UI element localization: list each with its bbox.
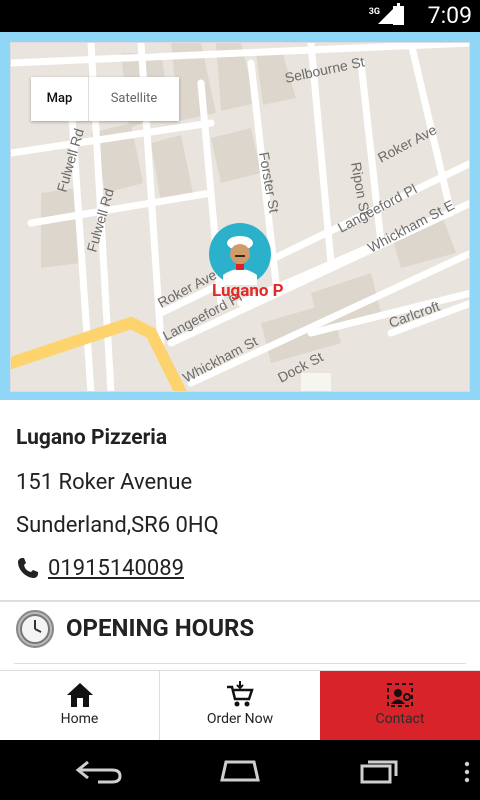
map-type-toggle[interactable]: Map Satellite bbox=[31, 77, 179, 121]
back-icon[interactable] bbox=[74, 756, 126, 784]
tab-contact[interactable]: Contact bbox=[320, 671, 480, 741]
marker-label: Lugano P bbox=[212, 281, 284, 301]
address-line1: 151 Roker Avenue bbox=[16, 470, 193, 495]
map-frame: Selbourne St Ripon St Roker Ave Fulwell … bbox=[0, 32, 480, 400]
map-button[interactable]: Map bbox=[31, 77, 89, 121]
opening-hours-header[interactable]: OPENING HOURS bbox=[0, 600, 480, 670]
tab-label: Order Now bbox=[206, 711, 274, 727]
contact-icon bbox=[387, 683, 413, 707]
bottom-tab-bar: Home Order Now Contact bbox=[0, 670, 480, 741]
opening-hours-title: OPENING HOURS bbox=[66, 614, 255, 642]
chef-icon bbox=[223, 236, 257, 285]
restaurant-name: Lugano Pizzeria bbox=[16, 426, 168, 450]
system-nav-bar bbox=[0, 740, 480, 800]
map-view[interactable]: Selbourne St Ripon St Roker Ave Fulwell … bbox=[10, 42, 470, 392]
tab-label: Home bbox=[60, 711, 99, 727]
clock: 7:09 bbox=[427, 2, 472, 29]
recents-icon[interactable] bbox=[354, 756, 406, 784]
status-bar: 3G 7:09 bbox=[0, 0, 480, 32]
divider bbox=[14, 663, 466, 664]
signal-icon bbox=[378, 8, 394, 24]
overflow-menu-icon[interactable] bbox=[464, 760, 470, 784]
cart-icon bbox=[227, 681, 254, 707]
tab-order-now[interactable]: Order Now bbox=[160, 671, 320, 741]
home-icon bbox=[66, 683, 93, 707]
restaurant-info: Lugano Pizzeria 151 Roker Avenue Sunderl… bbox=[0, 400, 480, 600]
address-line2: Sunderland,SR6 0HQ bbox=[16, 513, 219, 538]
tab-label: Contact bbox=[375, 711, 425, 727]
phone-icon bbox=[18, 558, 38, 578]
satellite-button[interactable]: Satellite bbox=[89, 77, 179, 121]
restaurant-marker-icon[interactable] bbox=[209, 223, 271, 285]
home-nav-icon[interactable] bbox=[214, 756, 266, 784]
battery-icon bbox=[393, 3, 404, 25]
phone-link[interactable]: 01915140089 bbox=[48, 556, 184, 581]
clock-icon bbox=[16, 610, 54, 648]
tab-home[interactable]: Home bbox=[0, 671, 160, 741]
